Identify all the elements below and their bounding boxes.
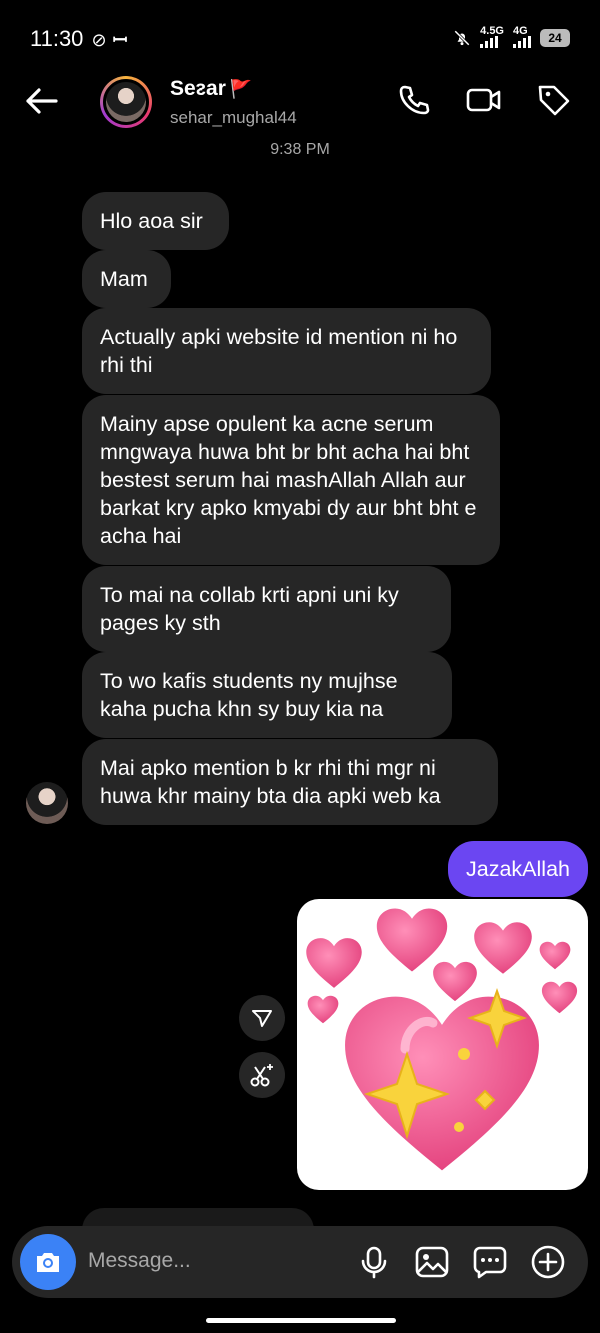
received-message[interactable]: Mainy apse opulent ka acne serum mngwaya…: [82, 395, 500, 565]
hearts-sparkles-image: [306, 908, 578, 1171]
gallery-image-icon[interactable]: [414, 1244, 450, 1280]
message-input[interactable]: [88, 1249, 328, 1273]
scissors-sparkle-icon: [250, 1064, 273, 1087]
received-message[interactable]: Hlo aoa sir: [82, 192, 229, 250]
received-message[interactable]: Mai apko mention b kr rhi thi mgr ni huw…: [82, 739, 498, 825]
contact-username[interactable]: sehar_mughal44: [170, 108, 297, 128]
video-call-icon[interactable]: [466, 82, 502, 118]
received-message[interactable]: To wo kafis students ny mujhse kaha puch…: [82, 652, 452, 738]
clock-text: 11:30: [30, 26, 84, 51]
profile-avatar[interactable]: [100, 76, 152, 128]
received-message[interactable]: Mam: [82, 250, 171, 308]
battery-indicator: 24: [540, 28, 570, 47]
signal-2: 4G: [513, 25, 531, 48]
flag-emoji: 🚩: [229, 79, 253, 99]
mute-bell-icon: [454, 29, 470, 46]
signal-bars-icon: [480, 36, 499, 48]
contact-name-text: Seᴤar: [170, 77, 226, 100]
signal-1-label: 4.5G: [480, 25, 504, 37]
signal-bars-icon: [513, 36, 531, 48]
camera-icon: [37, 1253, 59, 1272]
share-message-button[interactable]: [239, 995, 285, 1041]
signal-1: 4.5G: [480, 25, 504, 48]
sent-message[interactable]: JazakAllah: [448, 841, 588, 897]
received-message[interactable]: Actually apki website id mention ni ho r…: [82, 308, 491, 394]
signal-2-label: 4G: [513, 25, 528, 37]
tag-label-icon[interactable]: [536, 82, 572, 118]
data-saver-icon: ⊘: [91, 30, 107, 50]
contact-name[interactable]: Seᴤar 🚩: [170, 77, 252, 101]
heart-sticker[interactable]: [297, 899, 588, 1190]
add-plus-icon[interactable]: [530, 1244, 566, 1280]
phone-call-icon[interactable]: [396, 82, 432, 118]
message-timestamp: 9:38 PM: [270, 141, 330, 158]
sticker-chat-icon[interactable]: [472, 1244, 508, 1280]
status-icons: 4.5G 4G 24: [453, 25, 570, 48]
cutout-sticker-button[interactable]: [239, 1052, 285, 1098]
app-notification-icon: ꟷ: [112, 30, 128, 50]
received-message[interactable]: To mai na collab krti apni uni ky pages …: [82, 566, 451, 652]
microphone-icon[interactable]: [356, 1244, 392, 1280]
home-indicator[interactable]: [206, 1318, 396, 1323]
camera-button[interactable]: [20, 1234, 76, 1290]
send-arrow-icon: [252, 1010, 272, 1027]
status-time: 11:30 ⊘ ꟷ: [30, 26, 127, 52]
back-arrow-icon[interactable]: [22, 82, 60, 120]
sender-avatar[interactable]: [26, 782, 68, 824]
